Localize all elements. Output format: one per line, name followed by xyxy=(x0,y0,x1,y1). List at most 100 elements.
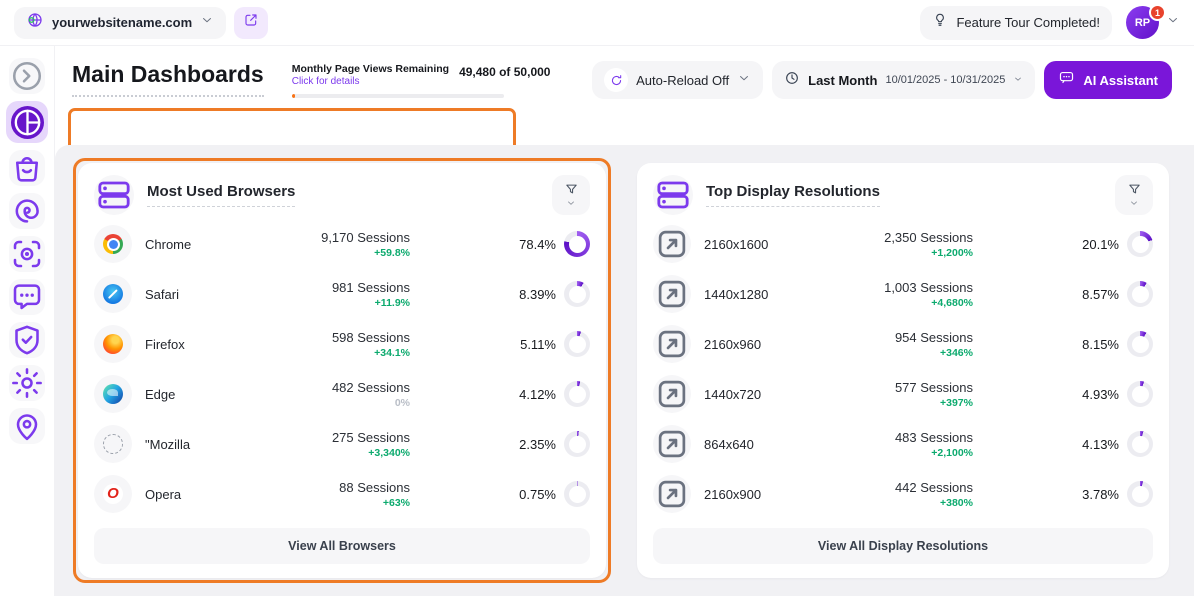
percentage-value: 0.75% xyxy=(519,487,556,502)
sidebar-item-7[interactable] xyxy=(9,365,45,401)
percentage-value: 4.12% xyxy=(519,387,556,402)
user-menu[interactable]: RP 1 xyxy=(1126,6,1180,39)
list-item[interactable]: 2160x900 442 Sessions +380% 3.78% xyxy=(653,469,1153,519)
avatar[interactable]: RP 1 xyxy=(1126,6,1159,39)
sidebar-item-0[interactable] xyxy=(9,58,45,94)
donut-chart xyxy=(1127,381,1153,407)
donut-chart xyxy=(564,231,590,257)
percentage-value: 5.11% xyxy=(520,337,556,352)
row-icon-bubble xyxy=(653,375,691,413)
delta-value: +2,100% xyxy=(818,447,973,459)
view-all-resolutions-button[interactable]: View All Display Resolutions xyxy=(653,528,1153,564)
sidebar-item-8[interactable] xyxy=(9,408,45,444)
page-views-progress-fill xyxy=(292,94,295,98)
date-range-label: Last Month xyxy=(808,73,877,88)
sidebar-item-1[interactable] xyxy=(6,101,48,143)
list-item[interactable]: Chrome 9,170 Sessions +59.8% 78.4% xyxy=(94,219,590,269)
sessions-value: 88 Sessions xyxy=(255,480,410,495)
sessions-value: 1,003 Sessions xyxy=(818,280,973,295)
browser-stack-icon xyxy=(653,175,693,215)
page-views-progress-bar xyxy=(292,94,504,98)
gear-icon xyxy=(9,365,45,406)
date-range-picker[interactable]: Last Month 10/01/2025 - 10/31/2025 xyxy=(772,61,1035,99)
top-bar: yourwebsitename.com Feature Tour Complet… xyxy=(0,0,1194,46)
donut-chart xyxy=(1127,331,1153,357)
ai-assistant-label: AI Assistant xyxy=(1083,73,1158,88)
delta-value: +397% xyxy=(818,397,973,409)
donut-chart xyxy=(1127,431,1153,457)
resolution-icon xyxy=(653,275,691,313)
clock-icon xyxy=(784,70,800,91)
site-selector[interactable]: yourwebsitename.com xyxy=(14,7,226,39)
delta-value: +4,680% xyxy=(818,297,973,309)
donut-chart xyxy=(564,381,590,407)
list-item[interactable]: "Mozilla 275 Sessions +3,340% 2.35% xyxy=(94,419,590,469)
filter-button[interactable] xyxy=(552,175,590,215)
percentage-value: 2.35% xyxy=(519,437,556,452)
chevron-down-icon xyxy=(1166,13,1180,32)
card-most-used-browsers: Most Used Browsers Chrome 9,170 Sessions… xyxy=(78,163,606,578)
percentage-value: 20.1% xyxy=(1082,237,1119,252)
sidebar-item-4[interactable] xyxy=(9,236,45,272)
sessions-value: 483 Sessions xyxy=(818,430,973,445)
percentage-value: 8.15% xyxy=(1082,337,1119,352)
browser-list: Chrome 9,170 Sessions +59.8% 78.4% Safar… xyxy=(94,219,590,519)
card-top-display-resolutions: Top Display Resolutions 2160x1600 2,350 … xyxy=(637,163,1169,578)
percentage-value: 4.13% xyxy=(1082,437,1119,452)
filter-button[interactable] xyxy=(1115,175,1153,215)
view-all-browsers-button[interactable]: View All Browsers xyxy=(94,528,590,564)
page-views-widget[interactable]: Monthly Page Views Remaining Click for d… xyxy=(292,63,551,98)
edge-icon xyxy=(103,384,123,404)
row-icon-bubble xyxy=(653,475,691,513)
list-item[interactable]: O Opera 88 Sessions +63% 0.75% xyxy=(94,469,590,519)
location-pin-icon xyxy=(9,408,45,449)
row-icon-bubble xyxy=(94,325,132,363)
percentage-value: 4.93% xyxy=(1082,387,1119,402)
list-item[interactable]: 1440x720 577 Sessions +397% 4.93% xyxy=(653,369,1153,419)
list-item[interactable]: 1440x1280 1,003 Sessions +4,680% 8.57% xyxy=(653,269,1153,319)
sidebar-item-5[interactable] xyxy=(9,279,45,315)
row-name: 2160x1600 xyxy=(704,237,768,252)
ai-assistant-button[interactable]: AI Assistant xyxy=(1044,61,1172,99)
page-views-details-link[interactable]: Click for details xyxy=(292,76,449,87)
chevron-down-icon xyxy=(200,13,214,32)
external-link-icon xyxy=(243,12,259,33)
list-item[interactable]: 2160x960 954 Sessions +346% 8.15% xyxy=(653,319,1153,369)
row-name: Opera xyxy=(145,487,181,502)
list-item[interactable]: Firefox 598 Sessions +34.1% 5.11% xyxy=(94,319,590,369)
sessions-value: 981 Sessions xyxy=(255,280,410,295)
row-name: Chrome xyxy=(145,237,191,252)
sidebar xyxy=(0,46,55,596)
delta-value: +34.1% xyxy=(255,347,410,359)
list-item[interactable]: 864x640 483 Sessions +2,100% 4.13% xyxy=(653,419,1153,469)
card-title: Top Display Resolutions xyxy=(706,183,880,207)
list-item[interactable]: Safari 981 Sessions +11.9% 8.39% xyxy=(94,269,590,319)
list-item[interactable]: 2160x1600 2,350 Sessions +1,200% 20.1% xyxy=(653,219,1153,269)
list-item[interactable]: Edge 482 Sessions 0% 4.12% xyxy=(94,369,590,419)
open-site-button[interactable] xyxy=(234,7,268,39)
page-views-value: 49,480 of 50,000 xyxy=(459,65,550,79)
dashboard-pie-icon xyxy=(11,106,44,139)
donut-chart xyxy=(564,481,590,507)
row-name: Safari xyxy=(145,287,179,302)
focus-camera-icon xyxy=(9,236,45,277)
row-name: 1440x1280 xyxy=(704,287,768,302)
delta-value: +1,200% xyxy=(818,247,973,259)
row-icon-bubble xyxy=(653,325,691,363)
sidebar-item-3[interactable] xyxy=(9,193,45,229)
browser-stack-icon xyxy=(94,175,134,215)
feature-tour-badge[interactable]: Feature Tour Completed! xyxy=(920,6,1112,40)
firefox-icon xyxy=(103,334,123,354)
row-icon-bubble xyxy=(653,225,691,263)
resolution-icon xyxy=(653,475,691,513)
content-area: Most Used Browsers Chrome 9,170 Sessions… xyxy=(55,145,1194,596)
percentage-value: 3.78% xyxy=(1082,487,1119,502)
lightbulb-icon xyxy=(932,12,948,33)
resolution-icon xyxy=(653,225,691,263)
auto-reload-dropdown[interactable]: Auto-Reload Off xyxy=(592,61,763,99)
row-icon-bubble xyxy=(653,425,691,463)
donut-chart xyxy=(1127,231,1153,257)
sidebar-item-6[interactable] xyxy=(9,322,45,358)
sidebar-item-2[interactable] xyxy=(9,150,45,186)
delta-value: +11.9% xyxy=(255,297,410,309)
